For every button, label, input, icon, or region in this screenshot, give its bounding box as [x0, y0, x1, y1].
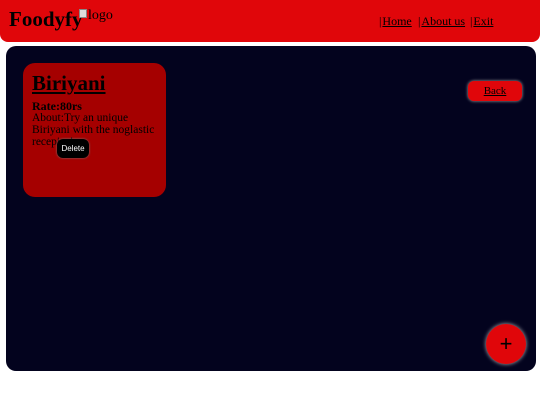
back-label: Back	[483, 85, 507, 97]
nav-link-home[interactable]: |Home	[379, 14, 412, 29]
recipe-title[interactable]: Biriyani	[32, 71, 106, 96]
broken-image-icon	[79, 9, 87, 18]
recipe-card: Biriyani Rate:80rs About:Try an unique B…	[23, 63, 166, 197]
header-bar: Foodyfy logo |Home |About us |Exit	[0, 0, 540, 42]
nav-link-about-us[interactable]: |About us	[418, 14, 465, 29]
back-button[interactable]: Back	[468, 81, 522, 101]
logo-image: logo	[79, 8, 113, 24]
logo-alt-text: logo	[88, 8, 113, 23]
add-recipe-button[interactable]: +	[486, 324, 526, 364]
delete-button[interactable]: Delete	[57, 139, 89, 158]
brand-title: Foodyfy	[9, 7, 83, 31]
plus-icon: +	[499, 331, 513, 356]
recipe-about: About:Try an unique Biriyani with the no…	[32, 112, 155, 148]
nav-link-exit[interactable]: |Exit	[470, 14, 493, 29]
